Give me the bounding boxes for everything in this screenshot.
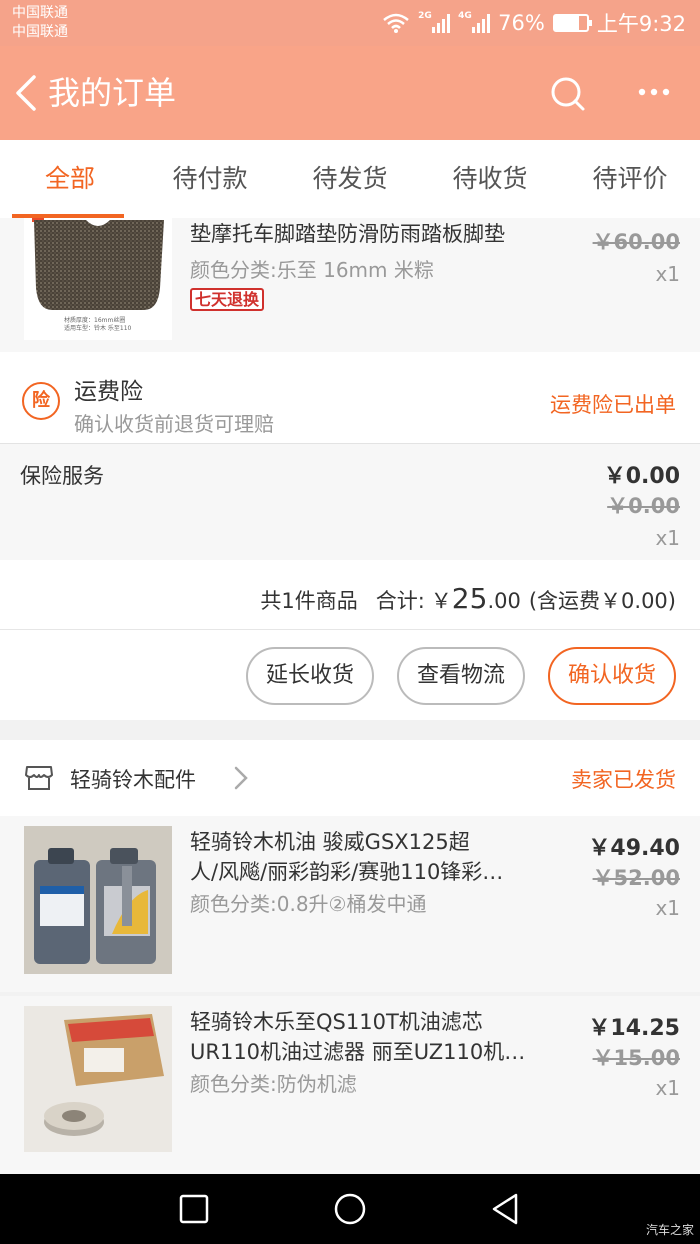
page-title: 我的订单	[48, 74, 177, 112]
currency-symbol: ￥	[430, 589, 452, 613]
item-count: 共1件商品	[260, 589, 358, 613]
carrier-info: 中国联通 中国联通	[12, 4, 68, 42]
network-2g-label: 2G	[418, 11, 432, 21]
view-logistics-button[interactable]: 查看物流	[397, 647, 525, 705]
original-price: ￥60.00	[592, 230, 680, 254]
battery-icon	[552, 14, 592, 32]
total-decimal: .00	[487, 589, 521, 613]
network-4g-label: 4G	[458, 11, 472, 21]
confirm-receipt-button[interactable]: 确认收货	[548, 647, 676, 705]
insurance-icon: 险	[22, 382, 60, 420]
shipping-insurance-row[interactable]: 险 运费险 确认收货前退货可理赔 运费险已出单	[0, 352, 700, 444]
product-image-oil-filter[interactable]	[24, 1006, 172, 1152]
service-original-price: ￥0.00	[607, 494, 680, 518]
product-title-line-2: UR110机油过滤器 丽至UZ110机…	[190, 1040, 526, 1064]
product-title: 垫摩托车脚踏垫防滑防雨踏板脚垫	[190, 222, 505, 246]
battery-level	[554, 16, 580, 30]
shop-name[interactable]: 轻骑铃木配件	[70, 764, 196, 794]
product-title-line-1: 轻骑铃木乐至QS110T机油滤芯	[190, 1010, 483, 1034]
shipping-note: (含运费￥0.00)	[528, 589, 676, 613]
tab-all[interactable]: 全部	[0, 140, 140, 218]
order-tabs: 全部 待付款 待发货 待收货 待评价	[0, 140, 700, 218]
product-image-engine-oil[interactable]	[24, 826, 172, 974]
tab-pending-payment[interactable]: 待付款	[140, 140, 280, 218]
current-price: ￥14.25	[588, 1016, 680, 1041]
total-label: 合计:	[375, 589, 425, 613]
order-actions: 延长收货 查看物流 确认收货	[0, 630, 700, 720]
seven-day-return-badge: 七天退换	[190, 288, 265, 311]
product-spec: 颜色分类:0.8升②桶发中通	[190, 892, 427, 916]
oil-filter-box-icon	[24, 1006, 172, 1152]
product-spec: 颜色分类:乐至 16mm 米粽	[190, 258, 434, 282]
home-icon[interactable]	[333, 1192, 367, 1226]
battery-percent: 76%	[498, 11, 545, 35]
insurance-subtitle: 确认收货前退货可理赔	[74, 412, 274, 436]
insurance-title: 运费险	[74, 379, 143, 405]
wifi-icon	[383, 13, 409, 33]
current-price: ￥49.40	[588, 836, 680, 861]
product-spec: 颜色分类:防伪机滤	[190, 1072, 357, 1096]
product-title-line-1: 轻骑铃木机油 骏威GSX125超	[190, 830, 470, 854]
status-indicators: 2G 4G 76% 上午9:32	[382, 8, 686, 38]
carrier-1: 中国联通	[12, 5, 68, 21]
recent-apps-icon[interactable]	[178, 1193, 210, 1225]
back-arrow-icon[interactable]	[12, 73, 42, 113]
product-image-floor-mat[interactable]: 材质厚度：16mm丝圈 适用车型：铃木 乐至110	[24, 218, 172, 340]
system-nav-bar: 汽车之家	[0, 1174, 700, 1244]
summary-line: 共1件商品 合计: ￥ 25 .00 (含运费￥0.00)	[260, 582, 676, 615]
order-item[interactable]: 轻骑铃木机油 骏威GSX125超 人/风飚/丽彩韵彩/赛驰110锋彩… 颜色分类…	[0, 816, 700, 992]
original-price: ￥15.00	[592, 1046, 680, 1070]
store-icon	[25, 766, 53, 790]
signal-2g-icon: 2G	[418, 11, 451, 33]
image-caption-1: 材质厚度：16mm丝圈	[64, 316, 125, 324]
floor-mat-icon: 材质厚度：16mm丝圈 适用车型：铃木 乐至110	[32, 218, 164, 332]
service-quantity: x1	[655, 526, 680, 550]
back-triangle-icon[interactable]	[490, 1192, 520, 1226]
insurance-service-item[interactable]: 保险服务 ￥0.00 ￥0.00 x1	[0, 444, 700, 560]
quantity: x1	[655, 896, 680, 920]
tab-pending-receipt[interactable]: 待收货	[420, 140, 560, 218]
product-title-line-2: 人/风飚/丽彩韵彩/赛驰110锋彩…	[190, 860, 504, 884]
original-price: ￥52.00	[592, 866, 680, 890]
image-caption-2: 适用车型：铃木 乐至110	[64, 324, 132, 332]
tab-pending-shipment[interactable]: 待发货	[280, 140, 420, 218]
quantity: x1	[655, 262, 680, 286]
quantity: x1	[655, 1076, 680, 1100]
clock: 上午9:32	[596, 12, 686, 36]
title-bar: 我的订单	[0, 46, 700, 140]
tab-pending-review[interactable]: 待评价	[560, 140, 700, 218]
shop-header[interactable]: 轻骑铃木配件 卖家已发货	[0, 740, 700, 816]
watermark: 汽车之家	[645, 1223, 694, 1237]
total-integer: 25	[451, 582, 488, 615]
insurance-status: 运费险已出单	[550, 393, 676, 417]
service-label: 保险服务	[20, 464, 104, 488]
order-item[interactable]: 材质厚度：16mm丝圈 适用车型：铃木 乐至110 垫摩托车脚踏垫防滑防雨踏板脚…	[0, 218, 700, 352]
order-summary: 共1件商品 合计: ￥ 25 .00 (含运费￥0.00)	[0, 560, 700, 630]
order-status: 卖家已发货	[571, 768, 676, 792]
extend-receipt-button[interactable]: 延长收货	[246, 647, 374, 705]
search-icon[interactable]	[548, 74, 588, 114]
chevron-right-icon	[234, 766, 248, 790]
more-options-icon[interactable]	[636, 80, 672, 104]
order-item[interactable]: 轻骑铃木乐至QS110T机油滤芯 UR110机油过滤器 丽至UZ110机… 颜色…	[0, 996, 700, 1174]
service-price: ￥0.00	[603, 464, 680, 489]
status-bar: 中国联通 中国联通 2G 4G 76% 上午9:32	[0, 0, 700, 46]
engine-oil-bottles-icon	[24, 826, 172, 974]
signal-4g-icon: 4G	[458, 11, 491, 33]
carrier-2: 中国联通	[12, 24, 68, 40]
